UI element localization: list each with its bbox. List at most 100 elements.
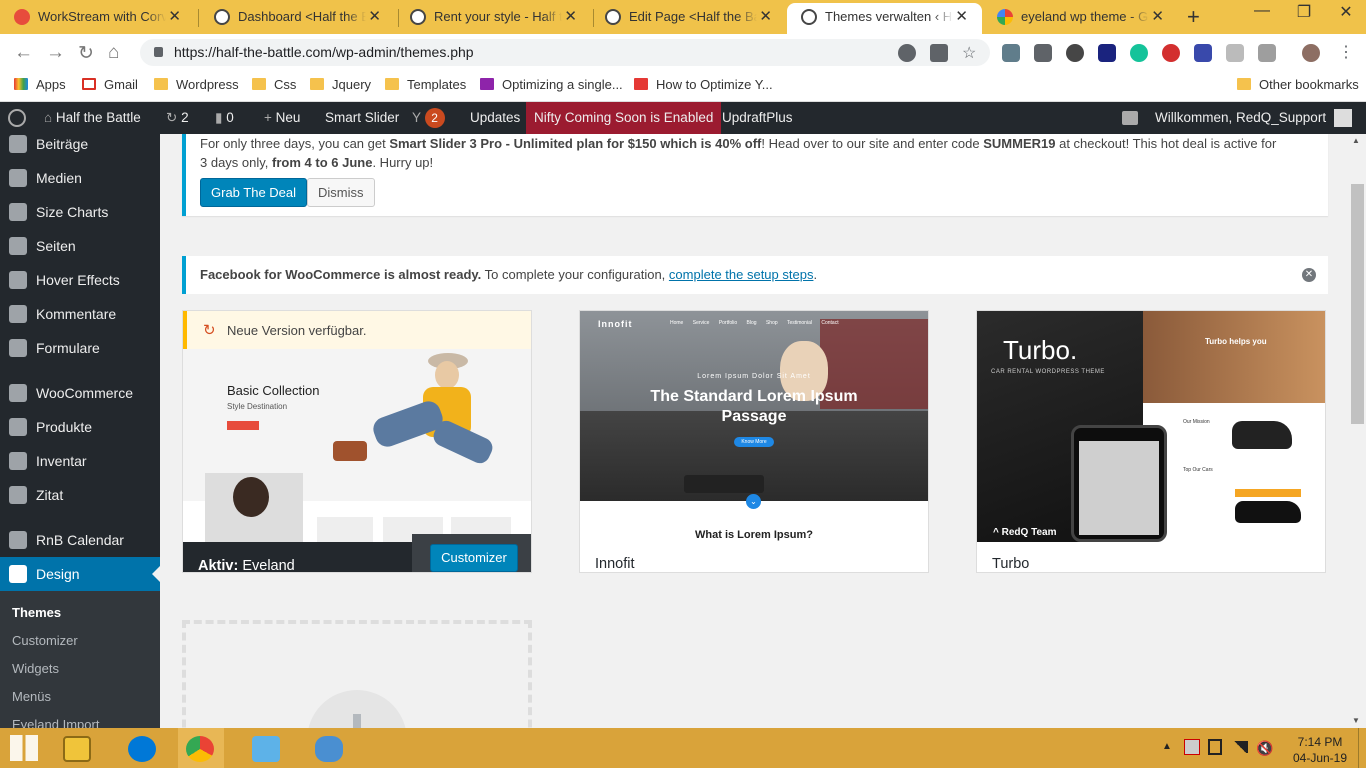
address-bar[interactable]: https://half-the-battle.com/wp-admin/the… xyxy=(140,39,990,66)
wifi-icon[interactable] xyxy=(1232,741,1248,753)
close-icon[interactable]: ✕ xyxy=(564,3,577,31)
grid-icon[interactable] xyxy=(1194,44,1212,62)
volume-icon[interactable]: 🔇 xyxy=(1256,740,1273,757)
bookmark-folder[interactable]: Templates xyxy=(385,77,466,93)
bookmark-link[interactable]: How to Optimize Y... xyxy=(634,77,773,93)
menu-item-inventory[interactable]: Inventar xyxy=(0,444,160,478)
star-icon[interactable]: ☆ xyxy=(962,43,976,63)
reload-icon[interactable]: ↻ xyxy=(78,42,94,65)
submenu-menus[interactable]: Menüs xyxy=(12,689,51,704)
scrollbar-thumb[interactable] xyxy=(1351,184,1364,424)
notion-icon[interactable] xyxy=(1098,44,1116,62)
submenu-themes[interactable]: Themes xyxy=(12,605,61,620)
app-icon[interactable] xyxy=(315,736,343,762)
menu-item-hover-effects[interactable]: Hover Effects xyxy=(0,263,160,297)
bookmark-folder[interactable]: Jquery xyxy=(310,77,371,93)
menu-item-posts[interactable]: Beiträge xyxy=(0,127,160,161)
pocket-icon[interactable] xyxy=(1034,44,1052,62)
updates-label-link[interactable]: Updates xyxy=(470,102,520,134)
chrome-icon[interactable] xyxy=(186,736,214,762)
grab-deal-button[interactable]: Grab The Deal xyxy=(200,178,308,207)
translate-icon[interactable] xyxy=(930,44,948,62)
bookmark-apps[interactable]: Apps xyxy=(14,77,66,93)
scroll-down-icon[interactable]: ▼ xyxy=(1352,716,1360,725)
chat-icon[interactable] xyxy=(1122,111,1138,125)
nifty-coming-soon-link[interactable]: Nifty Coming Soon is Enabled xyxy=(526,102,722,134)
cookie-icon[interactable] xyxy=(898,44,916,62)
close-icon[interactable]: ✕ xyxy=(168,3,181,31)
start-icon[interactable] xyxy=(10,735,38,761)
new-tab-button[interactable]: + xyxy=(1187,4,1200,30)
menu-item-media[interactable]: Medien xyxy=(0,161,160,195)
shield-icon[interactable] xyxy=(1226,44,1244,62)
preview-subtitle: Style Destination xyxy=(227,402,288,411)
theme-card-turbo[interactable]: Turbo. CAR RENTAL WORDPRESS THEME Turbo … xyxy=(976,310,1326,573)
minimize-icon[interactable]: — xyxy=(1242,2,1282,20)
browser-tab[interactable]: WorkStream with Corvin ✕ xyxy=(0,3,195,34)
menu-item-design[interactable]: Design xyxy=(0,557,160,591)
close-icon[interactable]: ✕ xyxy=(759,3,772,31)
browser-tab[interactable]: Rent your style - Half the✕ xyxy=(396,3,591,34)
wordpress-logo-icon[interactable] xyxy=(8,109,26,127)
skype-icon[interactable] xyxy=(128,736,156,762)
menu-item-products[interactable]: Produkte xyxy=(0,410,160,444)
close-window-icon[interactable]: ✕ xyxy=(1326,2,1366,22)
menu-item-pages[interactable]: Seiten xyxy=(0,229,160,263)
battery-icon[interactable] xyxy=(1208,739,1222,755)
back-icon[interactable]: ← xyxy=(14,42,33,64)
bookmark-other[interactable]: Other bookmarks xyxy=(1237,77,1359,93)
submenu-widgets[interactable]: Widgets xyxy=(12,661,59,676)
recycle-icon[interactable] xyxy=(1002,44,1020,62)
updates-link[interactable]: ↻ 2 xyxy=(166,102,189,134)
updraftplus-link[interactable]: UpdraftPlus xyxy=(722,102,793,134)
menu-item-woocommerce[interactable]: WooCommerce xyxy=(0,376,160,410)
update-notice[interactable]: Neue Version verfügbar. xyxy=(227,323,366,338)
bookmark-link[interactable]: Optimizing a single... xyxy=(480,77,623,93)
close-icon[interactable]: ✕ xyxy=(368,3,381,31)
menu-item-rnb-calendar[interactable]: RnB Calendar xyxy=(0,523,160,557)
show-desktop-button[interactable] xyxy=(1358,728,1366,768)
menu-icon[interactable]: ⋮ xyxy=(1338,42,1354,62)
smart-slider-link[interactable]: Smart Slider xyxy=(325,102,399,134)
maximize-icon[interactable]: ❐ xyxy=(1284,2,1324,22)
yoast-link[interactable]: Y 2 xyxy=(412,102,445,134)
home-icon[interactable]: ⌂ xyxy=(108,42,119,64)
browser-tab[interactable]: Dashboard <Half the Bat✕ xyxy=(200,3,395,34)
close-icon[interactable]: ✕ xyxy=(1151,3,1164,31)
adblock-icon[interactable] xyxy=(1162,44,1180,62)
dismiss-notice-icon[interactable]: ✕ xyxy=(1302,268,1316,282)
customizer-button[interactable]: Customizer xyxy=(430,544,518,572)
avatar[interactable] xyxy=(1302,44,1320,62)
menu-item-comments[interactable]: Kommentare xyxy=(0,297,160,331)
forward-icon[interactable]: → xyxy=(46,42,65,64)
camera-icon[interactable] xyxy=(1258,44,1276,62)
setup-steps-link[interactable]: complete the setup steps xyxy=(669,267,814,282)
browser-tab[interactable]: eyeland wp theme - Goo ✕ xyxy=(983,3,1178,34)
tray-arrow-icon[interactable]: ▲ xyxy=(1162,741,1172,752)
dismiss-button[interactable]: Dismiss xyxy=(307,178,375,207)
network-icon[interactable] xyxy=(1184,739,1200,755)
close-icon[interactable]: ✕ xyxy=(955,3,968,31)
comments-link[interactable]: ▮ 0 xyxy=(215,102,234,134)
grammarly-icon[interactable] xyxy=(1130,44,1148,62)
browser-tab[interactable]: Edit Page <Half the Batt ✕ xyxy=(591,3,786,34)
tab-title: Themes verwalten ‹ Half xyxy=(825,9,953,24)
theme-card-innofit[interactable]: Innofit Home Service Portfolio Blog Shop… xyxy=(579,310,929,573)
submenu-customizer[interactable]: Customizer xyxy=(12,633,78,648)
new-content-link[interactable]: + Neu xyxy=(264,102,300,134)
system-clock[interactable]: 7:14 PM 04-Jun-19 xyxy=(1290,734,1350,766)
menu-item-size-charts[interactable]: Size Charts xyxy=(0,195,160,229)
theme-card-active[interactable]: ↻ Neue Version verfügbar. Basic Collecti… xyxy=(182,310,532,573)
bookmark-gmail[interactable]: Gmail xyxy=(82,77,138,93)
scroll-up-icon[interactable]: ▲ xyxy=(1352,136,1360,145)
virtualbox-icon[interactable] xyxy=(252,736,280,762)
menu-item-quote[interactable]: Zitat xyxy=(0,478,160,512)
menu-item-forms[interactable]: Formulare xyxy=(0,331,160,365)
bookmark-folder[interactable]: Wordpress xyxy=(154,77,239,93)
account-link[interactable]: Willkommen, RedQ_Support xyxy=(1155,102,1352,134)
file-explorer-icon[interactable] xyxy=(63,736,91,762)
browser-tab-active[interactable]: Themes verwalten ‹ Half ✕ xyxy=(787,3,982,34)
wordpress-ext-icon[interactable] xyxy=(1066,44,1084,62)
smart-slider-notice: For only three days, you can get Smart S… xyxy=(182,134,1328,216)
bookmark-folder[interactable]: Css xyxy=(252,77,296,93)
